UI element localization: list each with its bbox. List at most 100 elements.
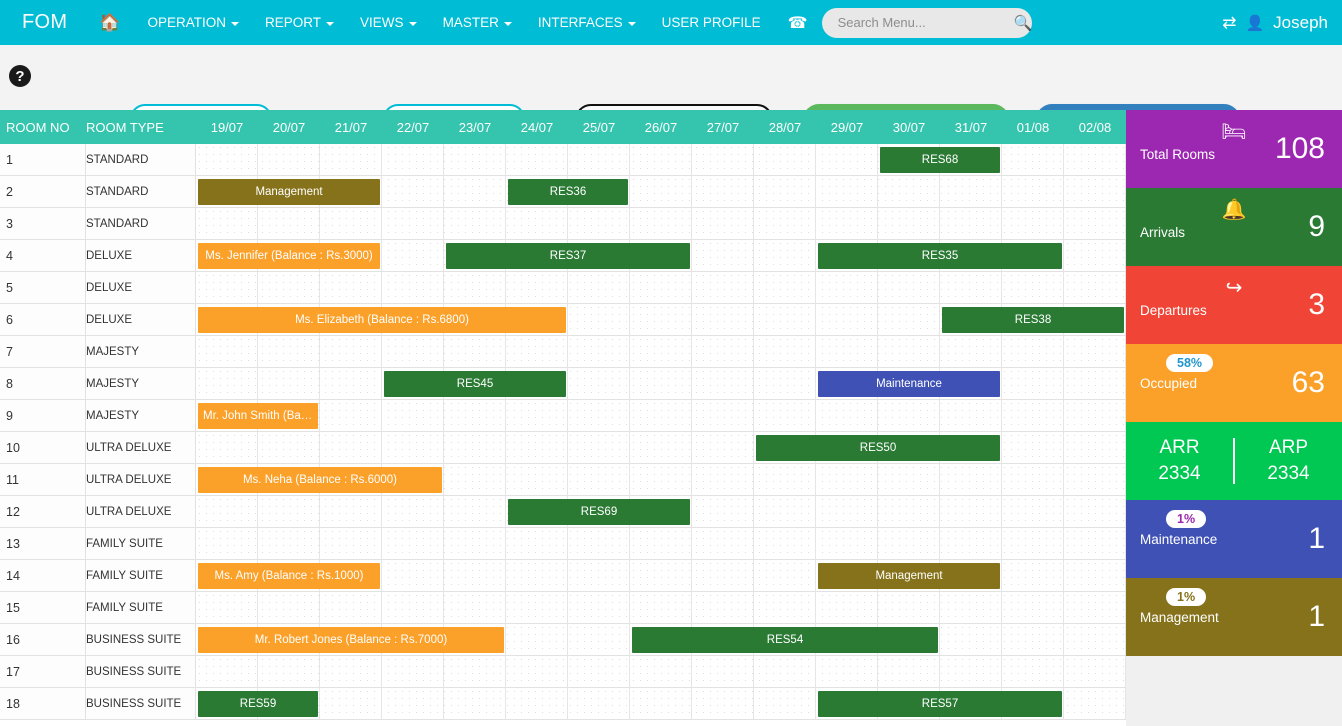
timeline-day-cell[interactable] <box>382 560 444 591</box>
reservation-bar[interactable]: RES36 <box>508 179 628 205</box>
reservation-bar[interactable]: Maintenance <box>818 371 1000 397</box>
timeline-day-cell[interactable] <box>816 464 878 495</box>
timeline-day-cell[interactable] <box>506 592 568 623</box>
timeline-day-cell[interactable] <box>692 528 754 559</box>
timeline-day-cell[interactable] <box>940 176 1002 207</box>
reservation-bar[interactable]: RES38 <box>942 307 1124 333</box>
reservation-bar[interactable]: RES45 <box>384 371 566 397</box>
timeline-day-cell[interactable] <box>1064 496 1126 527</box>
timeline-day-cell[interactable] <box>196 592 258 623</box>
timeline-day-cell[interactable] <box>382 528 444 559</box>
timeline-day-cell[interactable] <box>506 272 568 303</box>
timeline-day-cell[interactable] <box>630 400 692 431</box>
timeline-day-cell[interactable] <box>754 336 816 367</box>
timeline-day-cell[interactable] <box>940 656 1002 687</box>
timeline-day-cell[interactable] <box>878 208 940 239</box>
timeline-day-cell[interactable] <box>196 144 258 175</box>
timeline-day-cell[interactable] <box>506 688 568 719</box>
timeline-day-cell[interactable] <box>506 144 568 175</box>
timeline-day-cell[interactable] <box>1002 144 1064 175</box>
timeline-day-cell[interactable] <box>1064 624 1126 655</box>
timeline-day-cell[interactable] <box>692 464 754 495</box>
stat-card-departures[interactable]: ↪Departures3 <box>1126 266 1342 344</box>
timeline-day-cell[interactable] <box>692 336 754 367</box>
timeline-day-cell[interactable] <box>444 336 506 367</box>
timeline-day-cell[interactable] <box>630 336 692 367</box>
reservation-bar[interactable]: Mr. Robert Jones (Balance : Rs.7000) <box>198 627 504 653</box>
timeline-day-cell[interactable] <box>816 208 878 239</box>
timeline-day-cell[interactable] <box>568 336 630 367</box>
timeline-day-cell[interactable] <box>692 400 754 431</box>
timeline-day-cell[interactable] <box>878 400 940 431</box>
timeline-day-cell[interactable] <box>444 176 506 207</box>
timeline-day-cell[interactable] <box>630 688 692 719</box>
timeline-day-cell[interactable] <box>258 272 320 303</box>
timeline-day-cell[interactable] <box>1002 560 1064 591</box>
timeline-day-cell[interactable] <box>1064 528 1126 559</box>
timeline-day-cell[interactable] <box>630 176 692 207</box>
timeline-day-cell[interactable] <box>1002 400 1064 431</box>
timeline-day-cell[interactable] <box>382 432 444 463</box>
timeline-day-cell[interactable] <box>630 272 692 303</box>
timeline-day-cell[interactable] <box>320 208 382 239</box>
timeline-day-cell[interactable] <box>506 400 568 431</box>
nav-item-master[interactable]: MASTER <box>430 0 525 45</box>
timeline-day-cell[interactable] <box>878 528 940 559</box>
timeline-day-cell[interactable] <box>568 144 630 175</box>
timeline-day-cell[interactable] <box>754 144 816 175</box>
timeline-day-cell[interactable] <box>506 624 568 655</box>
timeline-day-cell[interactable] <box>1002 368 1064 399</box>
timeline-day-cell[interactable] <box>754 592 816 623</box>
timeline-day-cell[interactable] <box>940 208 1002 239</box>
timeline-day-cell[interactable] <box>692 432 754 463</box>
timeline-day-cell[interactable] <box>692 272 754 303</box>
timeline-day-cell[interactable] <box>878 656 940 687</box>
timeline-day-cell[interactable] <box>1002 528 1064 559</box>
timeline-day-cell[interactable] <box>258 336 320 367</box>
timeline-day-cell[interactable] <box>1064 336 1126 367</box>
timeline-day-cell[interactable] <box>444 528 506 559</box>
reservation-bar[interactable]: Ms. Amy (Balance : Rs.1000) <box>198 563 380 589</box>
timeline-day-cell[interactable] <box>320 496 382 527</box>
timeline-day-cell[interactable] <box>692 688 754 719</box>
timeline-day-cell[interactable] <box>1064 272 1126 303</box>
timeline-day-cell[interactable] <box>568 432 630 463</box>
timeline-day-cell[interactable] <box>1064 368 1126 399</box>
timeline-day-cell[interactable] <box>1002 656 1064 687</box>
timeline-day-cell[interactable] <box>568 400 630 431</box>
timeline-day-cell[interactable] <box>816 176 878 207</box>
timeline-day-cell[interactable] <box>382 208 444 239</box>
timeline-day-cell[interactable] <box>1064 240 1126 271</box>
timeline-day-cell[interactable] <box>568 688 630 719</box>
reservation-bar[interactable]: RES37 <box>446 243 690 269</box>
timeline-day-cell[interactable] <box>754 496 816 527</box>
timeline-day-cell[interactable] <box>444 656 506 687</box>
timeline-day-cell[interactable] <box>196 432 258 463</box>
timeline-day-cell[interactable] <box>692 592 754 623</box>
timeline-day-cell[interactable] <box>444 208 506 239</box>
timeline-day-cell[interactable] <box>568 368 630 399</box>
reservation-bar[interactable]: Ms. Neha (Balance : Rs.6000) <box>198 467 442 493</box>
timeline-day-cell[interactable] <box>196 368 258 399</box>
nav-item-interfaces[interactable]: INTERFACES <box>525 0 649 45</box>
app-brand-logo[interactable]: FOM <box>0 11 85 34</box>
timeline-day-cell[interactable] <box>816 144 878 175</box>
help-icon[interactable]: ? <box>9 65 31 87</box>
timeline-day-cell[interactable] <box>506 656 568 687</box>
search-icon[interactable]: 🔍 <box>1014 14 1033 32</box>
timeline-day-cell[interactable] <box>878 592 940 623</box>
timeline-day-cell[interactable] <box>1064 464 1126 495</box>
reservation-bar[interactable]: RES69 <box>508 499 690 525</box>
timeline-day-cell[interactable] <box>258 144 320 175</box>
timeline-day-cell[interactable] <box>196 496 258 527</box>
reservation-bar[interactable]: Ms. Elizabeth (Balance : Rs.6800) <box>198 307 566 333</box>
timeline-day-cell[interactable] <box>1064 688 1126 719</box>
timeline-day-cell[interactable] <box>816 272 878 303</box>
timeline-day-cell[interactable] <box>1002 208 1064 239</box>
timeline-day-cell[interactable] <box>382 592 444 623</box>
timeline-day-cell[interactable] <box>692 656 754 687</box>
timeline-day-cell[interactable] <box>940 464 1002 495</box>
timeline-day-cell[interactable] <box>940 528 1002 559</box>
timeline-day-cell[interactable] <box>196 272 258 303</box>
reservation-bar[interactable]: RES35 <box>818 243 1062 269</box>
